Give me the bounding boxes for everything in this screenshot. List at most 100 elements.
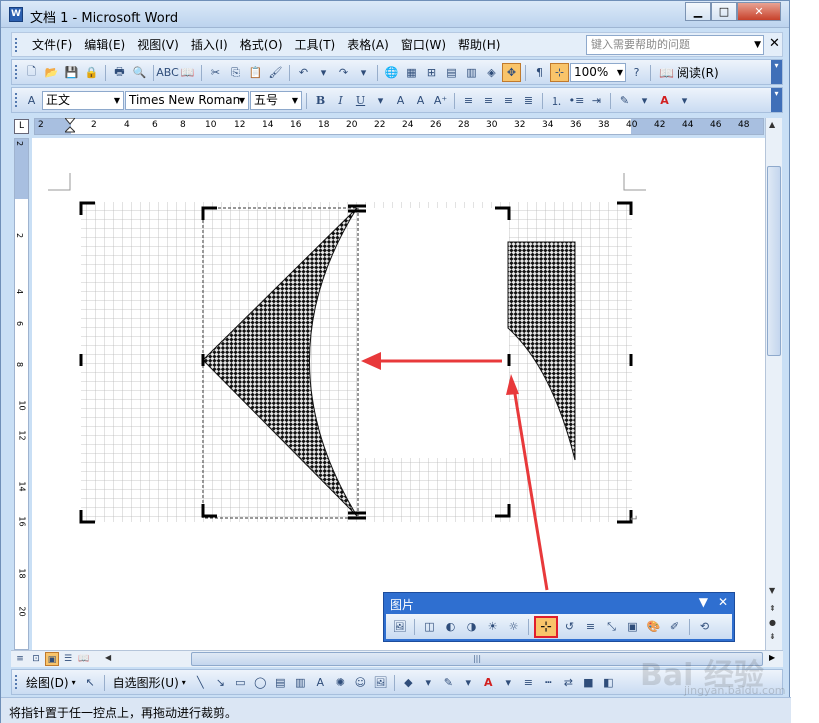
shadow-icon[interactable]: ■ bbox=[579, 673, 598, 692]
crop-button[interactable]: ⊹ bbox=[534, 615, 558, 638]
font-color-icon[interactable]: A bbox=[655, 91, 674, 110]
menu-help[interactable]: 帮助(H) bbox=[452, 37, 506, 53]
toolbar-grip-handle[interactable] bbox=[15, 675, 18, 689]
fill-dropdown-icon[interactable]: ▾ bbox=[419, 673, 438, 692]
scroll-down-icon[interactable]: ▼ bbox=[769, 586, 775, 595]
arrow-style-icon[interactable]: ⇄ bbox=[559, 673, 578, 692]
char-border-icon[interactable]: A bbox=[391, 91, 410, 110]
draw-font-dropdown-icon[interactable]: ▾ bbox=[499, 673, 518, 692]
undo-icon[interactable]: ↶ bbox=[294, 63, 313, 82]
scroll-right-icon[interactable]: ▶ bbox=[769, 653, 775, 662]
align-left-icon[interactable]: ≡ bbox=[459, 91, 478, 110]
highlight-icon[interactable]: ✎ bbox=[615, 91, 634, 110]
line-style-icon[interactable]: ≡ bbox=[581, 617, 600, 636]
autoshapes-button[interactable]: 自选图形(U) ▾ bbox=[109, 674, 190, 691]
normal-view-icon[interactable]: ≡ bbox=[13, 652, 27, 666]
zoom-dropdown[interactable]: 100% ▼ bbox=[570, 63, 626, 82]
menu-file[interactable]: 文件(F) bbox=[26, 37, 78, 53]
menu-tools[interactable]: 工具(T) bbox=[289, 37, 342, 53]
bullets-icon[interactable]: •≡ bbox=[567, 91, 586, 110]
align-center-icon[interactable]: ≡ bbox=[479, 91, 498, 110]
print-preview-icon[interactable]: 🔍 bbox=[130, 63, 149, 82]
hyperlink-icon[interactable]: 🌐 bbox=[382, 63, 401, 82]
columns-icon[interactable]: ▥ bbox=[462, 63, 481, 82]
next-page-icon[interactable]: ⇟ bbox=[769, 632, 776, 641]
clipart-icon[interactable]: ☺ bbox=[351, 673, 370, 692]
select-objects-icon[interactable]: ↖ bbox=[81, 673, 100, 692]
vertical-ruler[interactable]: 2 2 4 6 8 10 12 14 16 18 20 bbox=[14, 138, 29, 650]
justify-icon[interactable]: ≣ bbox=[519, 91, 538, 110]
toolbar-grip-handle[interactable] bbox=[15, 65, 18, 79]
char-shading-icon[interactable]: A bbox=[411, 91, 430, 110]
toolbar-grip-handle[interactable] bbox=[15, 93, 18, 107]
insert-excel-icon[interactable]: ▤ bbox=[442, 63, 461, 82]
rotate-left-icon[interactable]: ↺ bbox=[560, 617, 579, 636]
menu-insert[interactable]: 插入(I) bbox=[185, 37, 234, 53]
font-size-dropdown[interactable]: 五号 ▼ bbox=[250, 91, 302, 110]
more-contrast-icon[interactable]: ◐ bbox=[441, 617, 460, 636]
crop-toggle-icon[interactable]: ⊹ bbox=[550, 63, 569, 82]
word-app-icon[interactable]: W bbox=[9, 7, 23, 22]
rectangle-icon[interactable]: ▭ bbox=[231, 673, 250, 692]
styles-formatting-icon[interactable]: A bbox=[22, 91, 41, 110]
underline-icon[interactable]: U bbox=[351, 91, 370, 110]
spelling-icon[interactable]: ABC bbox=[156, 63, 179, 82]
menu-format[interactable]: 格式(O) bbox=[234, 37, 289, 53]
chevron-down-icon[interactable]: ▼ bbox=[754, 36, 761, 54]
web-view-icon[interactable]: ⊡ bbox=[29, 652, 43, 666]
indent-icon[interactable]: ⇥ bbox=[587, 91, 606, 110]
print-layout-icon[interactable]: ▣ bbox=[45, 652, 59, 666]
reset-picture-icon[interactable]: ⟲ bbox=[695, 617, 714, 636]
underline-dropdown-icon[interactable]: ▾ bbox=[371, 91, 390, 110]
close-document-icon[interactable]: ✕ bbox=[769, 36, 780, 51]
insert-picture-icon[interactable]: 🖼 bbox=[371, 673, 390, 692]
paste-icon[interactable]: 📋 bbox=[246, 63, 265, 82]
menu-table[interactable]: 表格(A) bbox=[341, 37, 395, 53]
select-browse-icon[interactable]: ● bbox=[769, 618, 776, 627]
maximize-button[interactable]: □ bbox=[711, 2, 737, 21]
open-folder-icon[interactable]: 📂 bbox=[42, 63, 61, 82]
redo-dropdown-icon[interactable]: ▾ bbox=[354, 63, 373, 82]
line-icon[interactable]: ╲ bbox=[191, 673, 210, 692]
compress-pictures-icon[interactable]: ⤡ bbox=[602, 617, 621, 636]
undo-dropdown-icon[interactable]: ▾ bbox=[314, 63, 333, 82]
highlight-dropdown-icon[interactable]: ▾ bbox=[635, 91, 654, 110]
scroll-up-icon[interactable]: ▲ bbox=[769, 120, 775, 129]
less-contrast-icon[interactable]: ◑ bbox=[462, 617, 481, 636]
font-color-dropdown-icon[interactable]: ▾ bbox=[675, 91, 694, 110]
help-question-input[interactable]: 键入需要帮助的问题 ▼ bbox=[586, 35, 764, 55]
italic-icon[interactable]: I bbox=[331, 91, 350, 110]
document-page[interactable]: ↵ bbox=[32, 138, 765, 650]
dash-style-icon[interactable]: ┅ bbox=[539, 673, 558, 692]
minimize-button[interactable]: ▁ bbox=[685, 2, 711, 21]
toolbar-options-icon[interactable]: ▾ bbox=[771, 60, 782, 84]
toolbar-options-icon[interactable]: ▾ bbox=[771, 88, 782, 112]
reading-view-icon[interactable]: 📖 bbox=[77, 652, 91, 666]
cut-icon[interactable]: ✂ bbox=[206, 63, 225, 82]
font-dropdown[interactable]: Times New Roman ▼ bbox=[125, 91, 249, 110]
tab-selector[interactable]: L bbox=[14, 119, 29, 134]
line-color-dropdown-icon[interactable]: ▾ bbox=[459, 673, 478, 692]
bold-icon[interactable]: B bbox=[311, 91, 330, 110]
permission-icon[interactable]: 🔒 bbox=[82, 63, 101, 82]
style-dropdown[interactable]: 正文 ▼ bbox=[42, 91, 124, 110]
line-color-icon[interactable]: ✎ bbox=[439, 673, 458, 692]
menu-grip-handle[interactable] bbox=[15, 38, 18, 52]
read-mode-button[interactable]: 📖 阅读(R) bbox=[655, 64, 723, 81]
horizontal-ruler[interactable]: 2 2 4 6 8 10 12 14 16 18 20 22 24 26 28 … bbox=[34, 118, 764, 135]
show-hide-icon[interactable]: ¶ bbox=[530, 63, 549, 82]
save-icon[interactable]: 💾 bbox=[62, 63, 81, 82]
menu-view[interactable]: 视图(V) bbox=[131, 37, 185, 53]
diagram-icon[interactable]: ✺ bbox=[331, 673, 350, 692]
new-document-icon[interactable]: 🗋 bbox=[22, 63, 41, 82]
menu-edit[interactable]: 编辑(E) bbox=[78, 37, 131, 53]
vertical-scrollbar[interactable]: ▲ ▼ ⇞ ● ⇟ bbox=[765, 118, 782, 650]
close-icon[interactable]: ✕ bbox=[718, 595, 728, 609]
more-brightness-icon[interactable]: ☀ bbox=[483, 617, 502, 636]
print-icon[interactable]: 🖶 bbox=[110, 63, 129, 82]
line-style-icon[interactable]: ≡ bbox=[519, 673, 538, 692]
close-window-button[interactable]: ✕ bbox=[737, 2, 781, 21]
draw-font-color-icon[interactable]: A bbox=[479, 673, 498, 692]
color-icon[interactable]: ◫ bbox=[420, 617, 439, 636]
vertical-scroll-thumb[interactable] bbox=[767, 166, 781, 356]
